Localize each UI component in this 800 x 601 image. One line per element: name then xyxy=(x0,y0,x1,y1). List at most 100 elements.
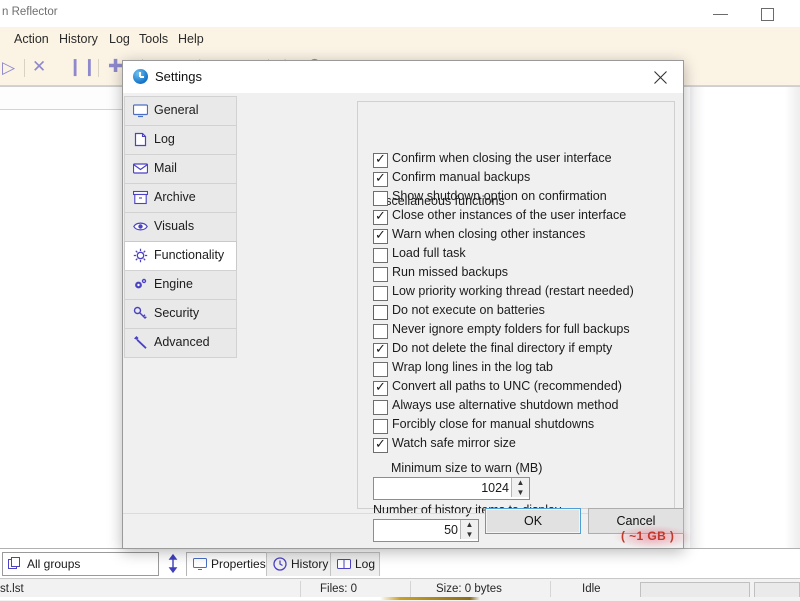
clock-icon xyxy=(273,557,287,574)
checkbox-box[interactable]: ✓ xyxy=(373,170,388,187)
menu-bar: Action History Log Tools Help xyxy=(0,27,800,51)
task-list-panel[interactable] xyxy=(0,87,127,549)
check-icon: ✓ xyxy=(375,436,386,451)
checkbox-label: Wrap long lines in the log tab xyxy=(392,360,553,374)
menu-item-action[interactable]: Action xyxy=(8,31,55,47)
group-selector-value: All groups xyxy=(27,557,81,571)
check-icon: ✓ xyxy=(375,379,386,394)
sidebar-item-functionality[interactable]: Functionality xyxy=(124,241,237,270)
menu-item-tools[interactable]: Tools xyxy=(133,31,174,47)
spinner-up-icon[interactable]: ▲ xyxy=(461,520,478,529)
sidebar-item-advanced-label: Advanced xyxy=(154,335,210,349)
checkbox-label: Forcibly close for manual shutdowns xyxy=(392,417,595,431)
monitor-icon xyxy=(193,557,207,574)
gears-icon xyxy=(133,277,148,292)
history-items-spinner[interactable]: 50 ▲ ▼ xyxy=(373,519,479,542)
checkbox-label: Always use alternative shutdown method xyxy=(392,398,619,412)
checkbox-box[interactable] xyxy=(373,362,388,377)
panel-splitter-handle[interactable] xyxy=(163,553,183,574)
checkbox-box[interactable] xyxy=(373,267,388,282)
spinner-down-icon[interactable]: ▼ xyxy=(461,530,478,539)
checkbox-label: Run missed backups xyxy=(392,265,509,279)
history-items-value: 50 xyxy=(444,523,458,537)
checkbox-box[interactable]: ✓ xyxy=(373,227,388,244)
pause-icon[interactable]: ❙❙ xyxy=(68,57,97,77)
sidebar-item-mail-label: Mail xyxy=(154,161,177,175)
sidebar-item-advanced[interactable]: Advanced xyxy=(124,328,237,358)
checkbox-box[interactable]: ✓ xyxy=(373,436,388,453)
checkbox-box[interactable] xyxy=(373,248,388,263)
sidebar-item-mail[interactable]: Mail xyxy=(124,154,237,183)
close-button[interactable] xyxy=(639,61,683,93)
document-icon xyxy=(133,132,148,147)
checkbox-label: Confirm when closing the user interface xyxy=(392,151,612,165)
checkbox-box[interactable] xyxy=(373,305,388,320)
checkbox-box[interactable] xyxy=(373,286,388,301)
checkbox-label: Do not execute on batteries xyxy=(392,303,545,317)
status-file: st.lst xyxy=(0,583,24,595)
sidebar-item-general[interactable]: General xyxy=(124,96,237,125)
archive-icon xyxy=(132,190,149,205)
min-size-spinner[interactable]: 1024 ▲ ▼ xyxy=(373,477,530,500)
annotation-approx-1gb: ( ~1 GB ) xyxy=(621,529,675,543)
monitor-icon xyxy=(132,103,149,118)
tab-history[interactable]: History xyxy=(266,552,332,576)
checkbox-label: Watch safe mirror size xyxy=(392,436,516,450)
status-files: Files: 0 xyxy=(320,583,358,595)
sidebar-item-archive[interactable]: Archive xyxy=(124,183,237,212)
checkbox-label: Load full task xyxy=(392,246,466,260)
spinner-up-icon[interactable]: ▲ xyxy=(512,478,529,487)
tab-properties[interactable]: Properties xyxy=(186,552,268,576)
checkbox-box[interactable]: ✓ xyxy=(373,341,388,358)
gear-sun-icon xyxy=(133,248,148,263)
play-icon[interactable]: ▷ xyxy=(2,58,15,78)
check-icon: ✓ xyxy=(375,227,386,242)
cancel-x-icon[interactable]: ✕ xyxy=(32,57,46,77)
sidebar-item-security[interactable]: Security xyxy=(124,299,237,328)
checkbox-label: Never ignore empty folders for full back… xyxy=(392,322,630,336)
sidebar-item-log[interactable]: Log xyxy=(124,125,237,154)
min-size-value: 1024 xyxy=(481,481,509,495)
spinner-down-icon[interactable]: ▼ xyxy=(512,488,529,497)
checkbox-box[interactable] xyxy=(373,419,388,434)
book-icon xyxy=(337,557,351,574)
checkbox-box[interactable]: ✓ xyxy=(373,209,388,225)
menu-item-log[interactable]: Log xyxy=(103,31,136,47)
min-size-spinner-buttons[interactable]: ▲ ▼ xyxy=(511,478,529,497)
sidebar-item-visuals[interactable]: Visuals xyxy=(124,212,237,241)
sidebar-item-engine-label: Engine xyxy=(154,277,193,291)
maximize-button[interactable] xyxy=(744,0,790,27)
check-icon: ✓ xyxy=(375,170,386,185)
history-spinner-buttons[interactable]: ▲ ▼ xyxy=(460,520,478,539)
checkbox-label: Warn when closing other instances xyxy=(392,227,586,241)
checkbox-box[interactable] xyxy=(373,324,388,339)
checkbox-box[interactable]: ✓ xyxy=(373,379,388,396)
checkbox-label: Close other instances of the user interf… xyxy=(392,208,627,222)
checkbox-label: Do not delete the final directory if emp… xyxy=(392,341,613,355)
minimize-button[interactable] xyxy=(698,0,744,27)
ok-button[interactable]: OK xyxy=(485,508,581,534)
key-icon xyxy=(133,306,148,321)
tab-properties-label: Properties xyxy=(211,557,266,571)
envelope-icon xyxy=(132,161,149,176)
sidebar-item-archive-label: Archive xyxy=(154,190,196,204)
window-title: n Reflector xyxy=(2,6,58,18)
tab-log[interactable]: Log xyxy=(330,552,380,576)
dialog-sidebar: General Log Mail Archive Visuals Functio… xyxy=(124,96,237,358)
dialog-title: Settings xyxy=(155,69,202,84)
bottom-tab-strip: All groups Properties History Log xyxy=(0,548,800,579)
checkbox-label: Low priority working thread (restart nee… xyxy=(392,284,634,298)
checkbox-box[interactable] xyxy=(373,191,388,206)
checkbox-box[interactable] xyxy=(373,400,388,415)
add-icon[interactable]: ✚ xyxy=(108,56,123,77)
sidebar-item-visuals-label: Visuals xyxy=(154,219,195,233)
checkbox-box[interactable]: ✓ xyxy=(373,152,388,168)
menu-item-history[interactable]: History xyxy=(53,31,104,47)
menu-item-help[interactable]: Help xyxy=(172,31,210,47)
eye-icon xyxy=(133,219,148,234)
sidebar-item-engine[interactable]: Engine xyxy=(124,270,237,299)
check-icon: ✓ xyxy=(375,341,386,356)
status-size: Size: 0 bytes xyxy=(436,583,502,595)
group-selector-combobox[interactable]: All groups xyxy=(2,552,159,576)
sidebar-item-functionality-label: Functionality xyxy=(154,248,225,262)
